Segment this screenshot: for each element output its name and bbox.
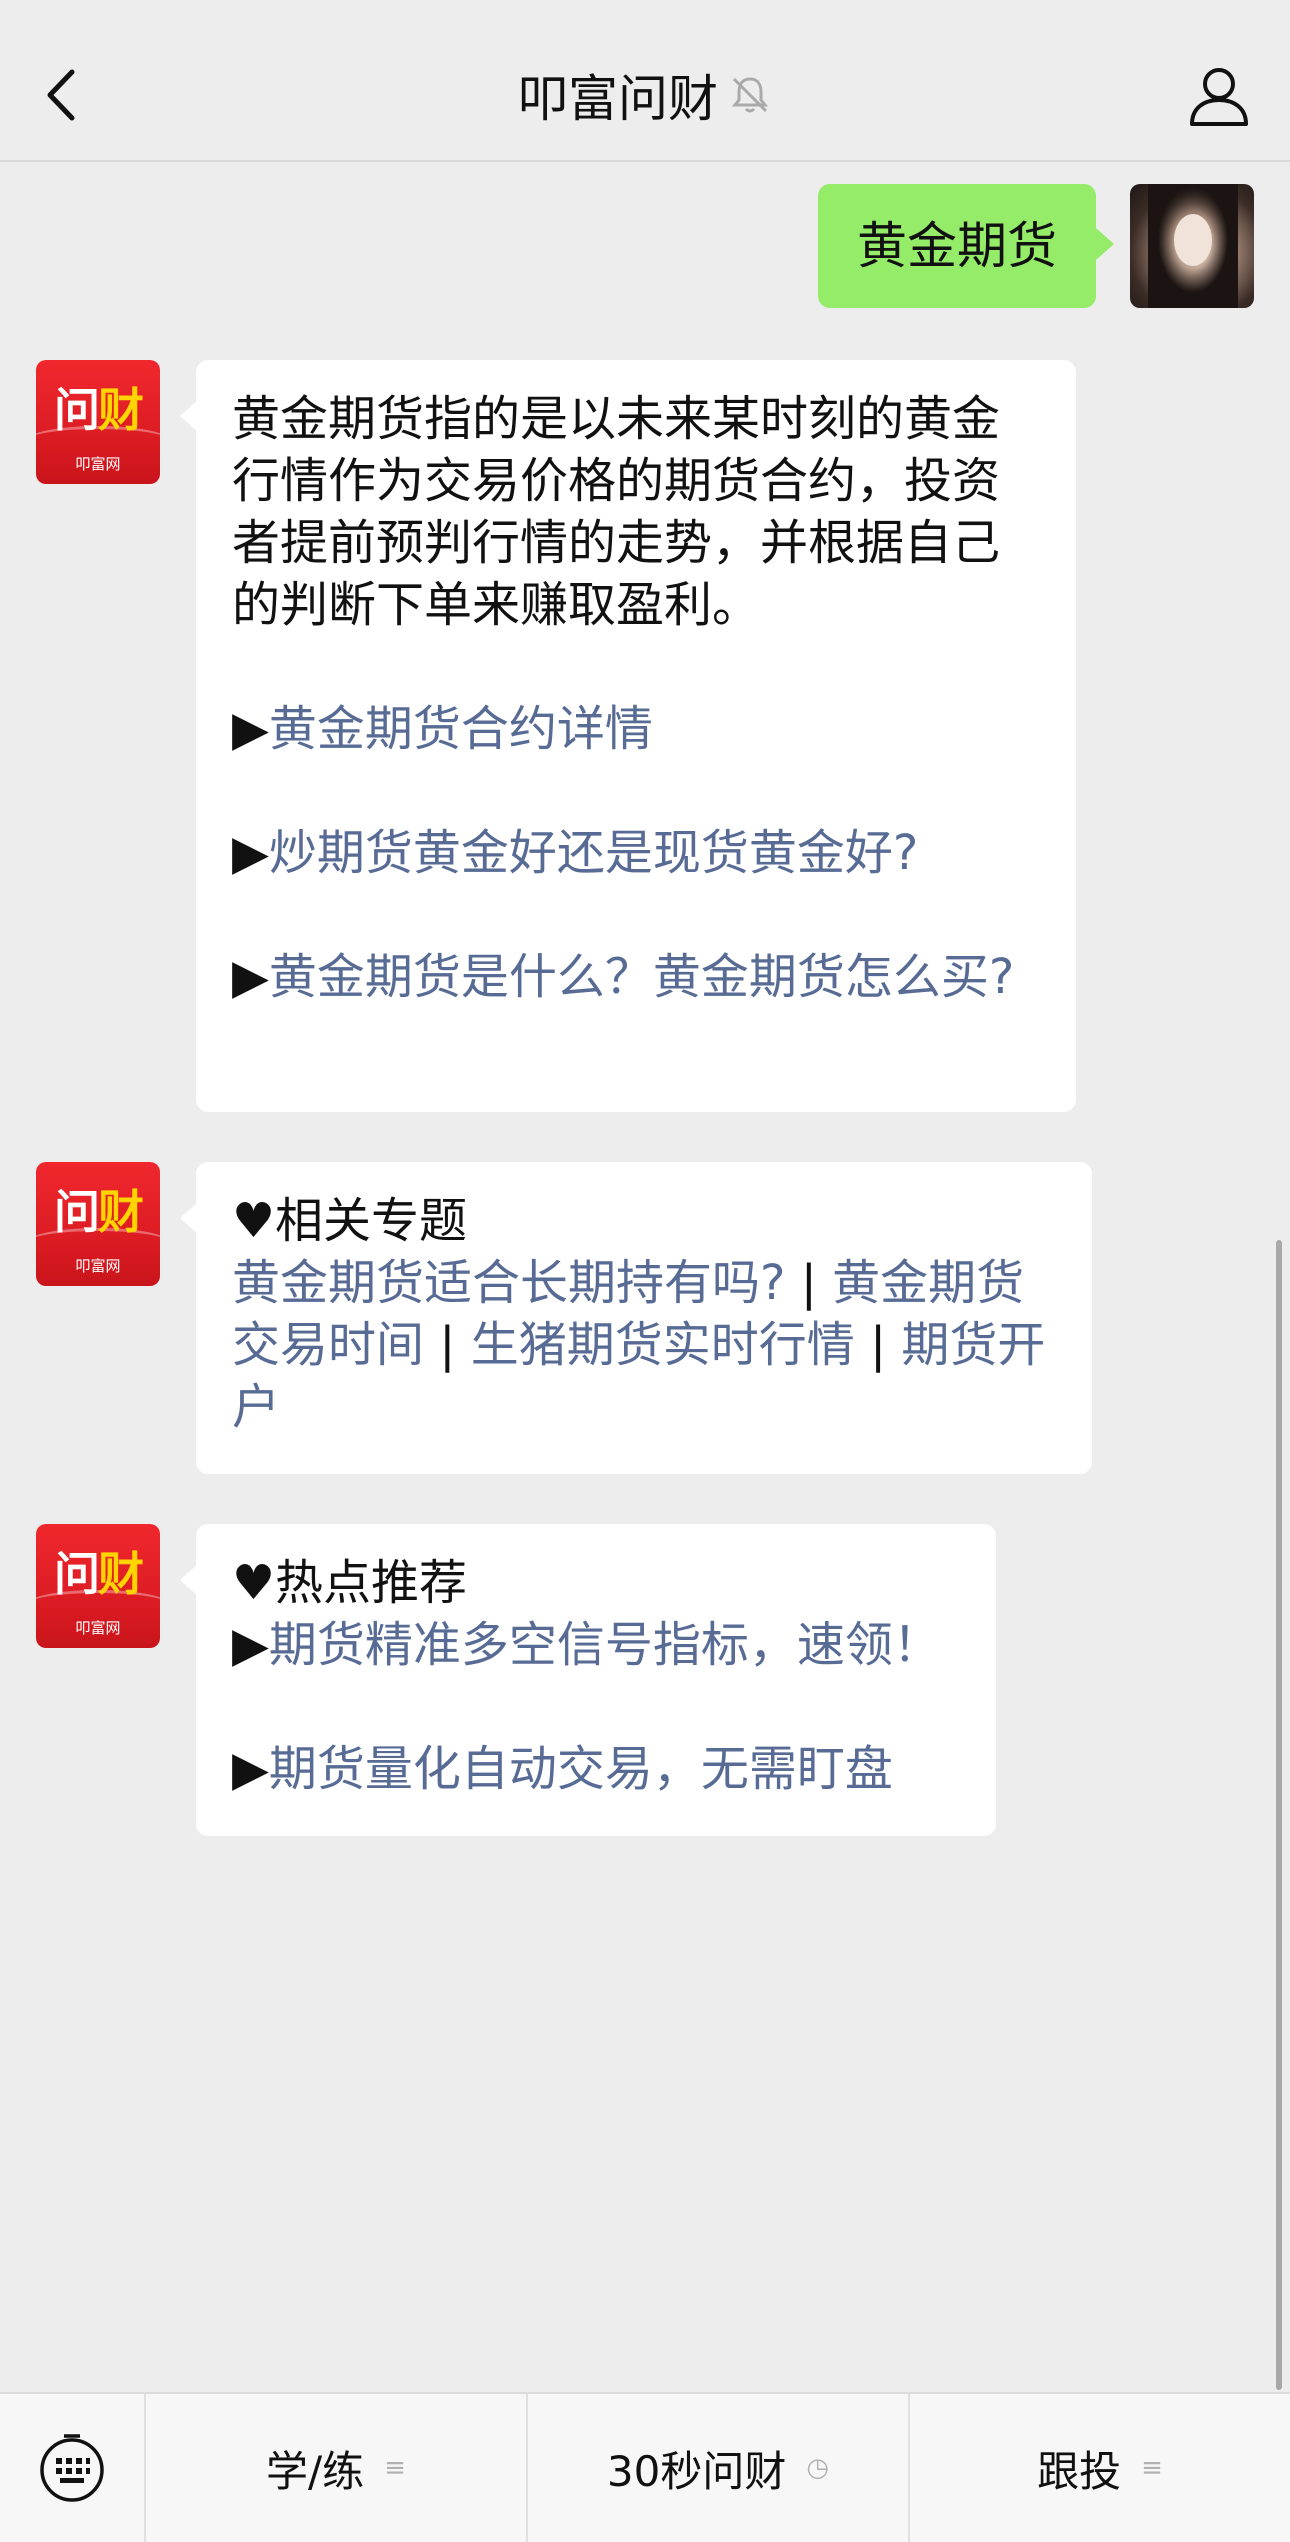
user-message-text: 黄金期货 (857, 217, 1057, 275)
logo-text: 问财 (54, 1547, 144, 1601)
logo-text: 问财 (54, 1185, 144, 1239)
topic-link-hog-futures[interactable]: 生猪期货实时行情 (471, 1317, 855, 1373)
related-topics-heading: ♥相关专题 (232, 1193, 468, 1249)
hot-recommend-heading: ♥热点推荐 (232, 1555, 468, 1611)
user-message-bubble[interactable]: 黄金期货 (818, 184, 1114, 308)
keyboard-toggle-button[interactable] (0, 2394, 146, 2542)
scrollbar[interactable] (1276, 1240, 1282, 2390)
related-topics-links: 黄金期货适合长期持有吗? | 黄金期货交易时间 | 生猪期货实时行情 | 期货开… (232, 1255, 1046, 1435)
link-gold-futures-contract[interactable]: 黄金期货合约详情 (269, 701, 653, 757)
menu-list-icon: ≡ (1141, 2453, 1163, 2483)
link-item[interactable]: ▶黄金期货合约详情 (232, 698, 1040, 760)
bot-message-bubble-1: 黄金期货指的是以未来某时刻的黄金行情作为交易价格的期货合约，投资者提前预判行情的… (180, 360, 1076, 1112)
message-intro-text: 黄金期货指的是以未来某时刻的黄金行情作为交易价格的期货合约，投资者提前预判行情的… (232, 391, 1001, 633)
link-item[interactable]: ▶炒期货黄金好还是现货黄金好? (232, 822, 1040, 884)
menu-learn-practice[interactable]: 学/练 ≡ (146, 2394, 528, 2542)
chat-header: 叩富问财 (0, 0, 1290, 162)
link-item[interactable]: ▶期货精准多空信号指标，速领！ (232, 1614, 960, 1676)
bot-message-bubble-2: ♥相关专题 黄金期货适合长期持有吗? | 黄金期货交易时间 | 生猪期货实时行情… (180, 1162, 1092, 1474)
title-area: 叩富问财 (0, 60, 1290, 130)
bot-avatar[interactable]: 问财 叩富网 (36, 360, 160, 484)
mini-program-icon: ◷ (806, 2453, 830, 2483)
logo-subtext: 叩富网 (75, 1619, 121, 1637)
link-quant-trading[interactable]: 期货量化自动交易，无需盯盘 (269, 1741, 893, 1797)
bell-muted-icon (731, 77, 769, 113)
link-signal-indicator[interactable]: 期货精准多空信号指标，速领！ (269, 1617, 941, 1673)
page-title: 叩富问财 (518, 70, 718, 128)
logo-subtext: 叩富网 (75, 1257, 121, 1275)
menu-label: 30秒问财 (606, 2446, 787, 2496)
person-icon[interactable] (1186, 62, 1252, 128)
menu-label: 学/练 (266, 2446, 365, 2496)
menu-label: 跟投 (1037, 2446, 1122, 2496)
bot-avatar[interactable]: 问财 叩富网 (36, 1162, 160, 1286)
user-avatar[interactable] (1130, 184, 1254, 308)
topic-link-hold-long[interactable]: 黄金期货适合长期持有吗? (232, 1255, 785, 1311)
logo-text: 问财 (54, 383, 144, 437)
bottom-menu-bar: 学/练 ≡ 30秒问财 ◷ 跟投 ≡ (0, 2392, 1290, 2542)
link-futures-vs-spot[interactable]: 炒期货黄金好还是现货黄金好? (269, 825, 918, 881)
link-what-is-gold-futures[interactable]: 黄金期货是什么？黄金期货怎么买? (269, 949, 1014, 1005)
link-item[interactable]: ▶期货量化自动交易，无需盯盘 (232, 1738, 960, 1800)
menu-list-icon: ≡ (384, 2453, 406, 2483)
bot-message-bubble-3: ♥热点推荐 ▶期货精准多空信号指标，速领！ ▶期货量化自动交易，无需盯盘 (180, 1524, 996, 1836)
menu-follow-invest[interactable]: 跟投 ≡ (910, 2394, 1290, 2542)
keyboard-icon (40, 2434, 104, 2502)
avatar-face (1174, 214, 1212, 266)
link-item[interactable]: ▶黄金期货是什么？黄金期货怎么买? (232, 946, 1040, 1008)
menu-30s-ask[interactable]: 30秒问财 ◷ (528, 2394, 910, 2542)
bot-avatar[interactable]: 问财 叩富网 (36, 1524, 160, 1648)
logo-subtext: 叩富网 (75, 455, 121, 473)
